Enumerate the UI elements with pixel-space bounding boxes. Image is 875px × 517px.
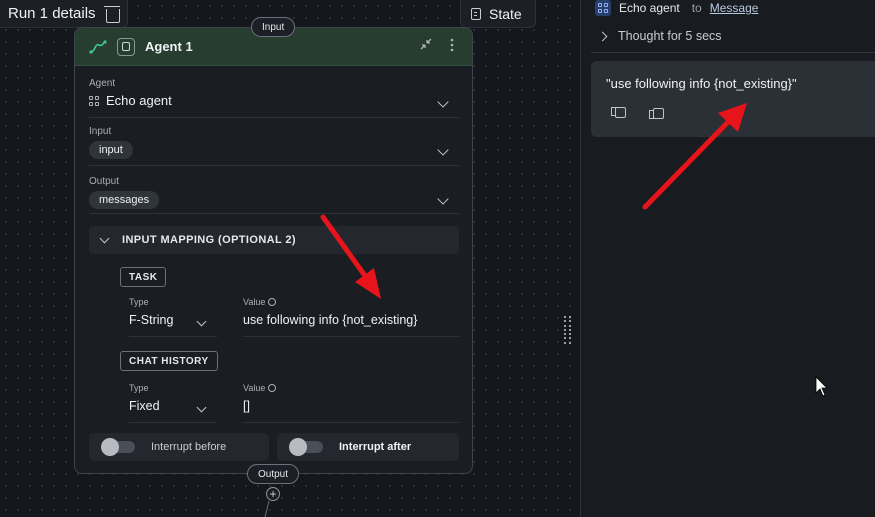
chat-type-select[interactable]: Type Fixed <box>129 383 217 423</box>
toggle-switch[interactable] <box>101 438 135 456</box>
message-panel: Echo agent to Message Thought for 5 secs… <box>581 0 875 517</box>
separator <box>591 52 875 53</box>
input-mapping-toggle[interactable]: INPUT MAPPING (OPTIONAL 2) <box>89 226 459 254</box>
to-text: to <box>691 1 702 15</box>
more-options-icon[interactable] <box>450 38 454 52</box>
output-chip: messages <box>89 191 160 209</box>
toggle-switch[interactable] <box>289 438 323 456</box>
clipboard-icon <box>471 7 481 20</box>
input-label: Input <box>89 126 112 137</box>
info-icon <box>268 384 277 392</box>
interrupt-before-toggle[interactable]: Interrupt before <box>89 433 269 461</box>
message-header: Echo agent to Message <box>595 0 758 16</box>
output-select[interactable]: Output messages <box>89 176 459 214</box>
output-label: Output <box>89 176 120 187</box>
task-value[interactable]: use following info {not_existing} <box>243 313 459 327</box>
agent-node[interactable]: Agent 1 Agent Echo agent Input input Out… <box>74 27 473 474</box>
recipient-link[interactable]: Message <box>710 1 759 15</box>
chat-value[interactable]: [] <box>243 399 459 413</box>
chevron-down-icon <box>99 233 110 243</box>
input-chip: input <box>89 141 133 159</box>
value-label: Value <box>243 383 266 393</box>
agent-select[interactable]: Agent Echo agent <box>89 78 459 118</box>
grid-icon <box>89 95 99 106</box>
input-select[interactable]: Input input <box>89 126 459 166</box>
type-label: Type <box>129 297 149 307</box>
add-node-icon[interactable]: + <box>266 487 280 501</box>
task-type-select[interactable]: Type F-String <box>129 297 217 337</box>
thought-text: Thought for 5 secs <box>618 29 722 43</box>
state-label: State <box>489 5 522 22</box>
node-title: Agent 1 <box>145 39 193 54</box>
chat-value-field[interactable]: Value [] <box>243 383 459 423</box>
sender-name: Echo agent <box>619 1 680 15</box>
agent-label: Agent <box>89 78 116 89</box>
interrupt-after-label: Interrupt after <box>339 441 412 453</box>
chat-history-tag: CHAT HISTORY <box>120 351 218 371</box>
input-port[interactable]: Input <box>251 17 296 37</box>
thumbs-up-icon[interactable] <box>649 105 665 121</box>
message-text: "use following info {not_existing}" <box>606 76 797 91</box>
agent-grid-icon <box>595 0 611 16</box>
thumbs-down-icon[interactable] <box>611 105 627 121</box>
state-button[interactable]: State <box>460 0 536 28</box>
edge-line <box>263 501 275 517</box>
robot-icon <box>117 37 135 56</box>
run-header: Run 1 details <box>0 0 128 28</box>
type-label: Type <box>129 383 149 393</box>
task-value-field[interactable]: Value use following info {not_existing} <box>243 297 459 337</box>
flow-canvas[interactable]: Run 1 details State Agent 1 Agent Echo a… <box>0 0 580 517</box>
agent-value: Echo agent <box>106 93 172 108</box>
value-label: Value <box>243 297 266 307</box>
resize-handle[interactable] <box>564 316 572 344</box>
trash-icon[interactable] <box>103 5 120 23</box>
message-bubble: "use following info {not_existing}" <box>591 61 875 137</box>
run-title: Run 1 details <box>8 5 96 22</box>
route-icon <box>89 39 107 54</box>
info-icon <box>268 298 277 306</box>
task-tag: TASK <box>120 267 167 287</box>
chevron-right-icon <box>597 31 608 41</box>
interrupt-before-label: Interrupt before <box>151 441 227 453</box>
collapse-icon[interactable] <box>420 38 432 50</box>
thought-toggle[interactable]: Thought for 5 secs <box>597 29 722 43</box>
interrupt-after-toggle[interactable]: Interrupt after <box>277 433 459 461</box>
output-port[interactable]: Output <box>247 464 300 484</box>
mapping-title: INPUT MAPPING (OPTIONAL 2) <box>122 234 296 246</box>
